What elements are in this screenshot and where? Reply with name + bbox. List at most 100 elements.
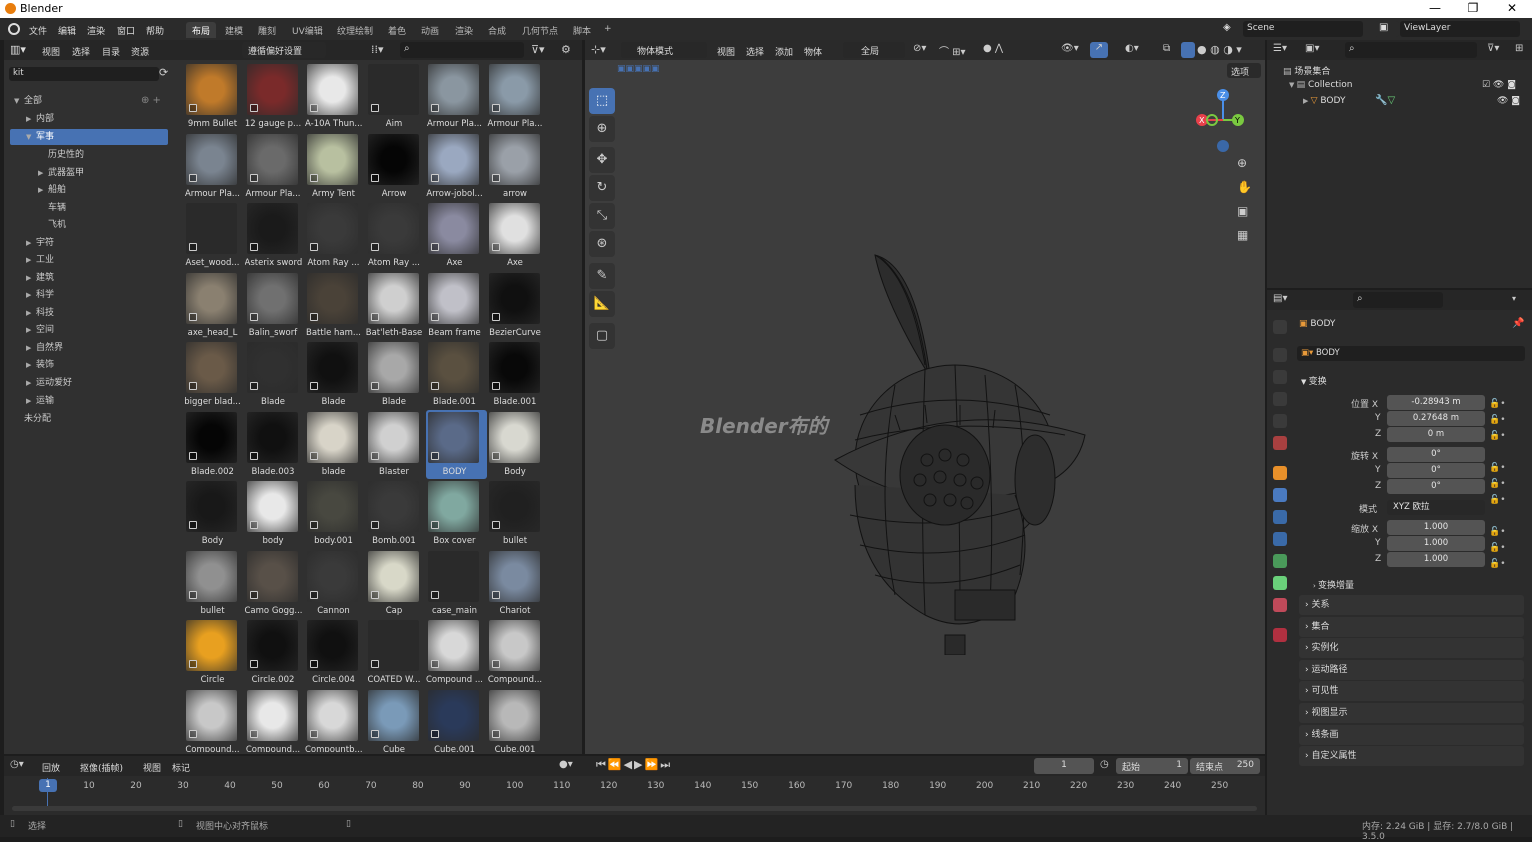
asset-tile[interactable]: bullet (487, 479, 548, 548)
tab-geometry-nodes[interactable]: 几何节点 (516, 22, 564, 38)
scene-selector[interactable]: Scene (1243, 21, 1363, 37)
asset-tile[interactable]: Body (487, 410, 548, 479)
asset-checkbox[interactable] (189, 382, 197, 390)
asset-checkbox[interactable] (310, 729, 318, 738)
asset-checkbox[interactable] (370, 729, 379, 738)
rotation-z-field[interactable]: 0° (1387, 479, 1485, 494)
viewlayer-icon[interactable]: ▣ (1375, 21, 1399, 37)
asset-checkbox[interactable] (310, 521, 318, 529)
asset-checkbox[interactable] (431, 312, 439, 321)
catalog-item[interactable]: ▶ 内部 (10, 111, 168, 127)
outliner-search-input[interactable]: ⌕ (1345, 42, 1477, 58)
tab-uv-editing[interactable]: UV编辑 (286, 22, 329, 38)
asset-checkbox[interactable] (431, 590, 439, 599)
catalog-item[interactable]: ▶ 科技 (10, 305, 168, 321)
tab-rendering[interactable]: 渲染 (449, 22, 479, 38)
helmet-wireframe-model[interactable] (815, 245, 1095, 655)
cursor-tool[interactable]: ⊕ (589, 116, 615, 142)
asset-tile[interactable]: Blade.001 (487, 340, 548, 409)
properties-section[interactable]: › 关系 (1299, 595, 1524, 615)
scene-tab-icon[interactable] (1273, 414, 1287, 428)
expand-arrow-icon[interactable]: ▶ (26, 111, 36, 127)
asset-tile[interactable]: Armour Pla... (487, 62, 548, 131)
catalog-item[interactable]: ▶ 空间 (10, 322, 168, 338)
pin-icon[interactable]: 📌 (1512, 318, 1524, 329)
asset-tile[interactable]: Circle (184, 618, 245, 687)
asset-checkbox[interactable] (370, 173, 379, 182)
asset-checkbox[interactable] (310, 243, 318, 251)
visibility-icon[interactable]: 👁▾ (1061, 43, 1079, 54)
menu-asset[interactable]: 资源 (131, 45, 149, 58)
asset-checkbox[interactable] (370, 312, 379, 321)
asset-checkbox[interactable] (431, 243, 439, 251)
catalog-item[interactable]: ▶ 武器盔甲 (10, 165, 168, 181)
asset-checkbox[interactable] (431, 521, 439, 529)
asset-checkbox[interactable] (491, 104, 500, 112)
annotate-tool[interactable]: ✎ (589, 263, 615, 289)
viewlayer-selector[interactable]: ViewLayer (1400, 21, 1520, 37)
expand-arrow-icon[interactable]: ▶ (38, 182, 48, 198)
asset-checkbox[interactable] (189, 729, 197, 738)
particles-tab-icon[interactable] (1273, 510, 1287, 524)
expand-arrow-icon[interactable]: ▶ (26, 287, 36, 303)
display-mode-icon[interactable]: ⁞⁞▾ (371, 43, 384, 56)
select-mode-icons[interactable]: ▣▣▣▣▣ (617, 64, 660, 74)
expand-arrow-icon[interactable]: ▶ (38, 165, 48, 181)
properties-search-input[interactable]: ⌕ (1353, 292, 1443, 308)
asset-checkbox[interactable] (249, 451, 258, 460)
asset-tile[interactable]: Atom Ray ... (305, 201, 366, 270)
collection-toggles[interactable]: ☑ 👁 ◙ (1482, 80, 1516, 90)
modifier-tab-icon[interactable] (1273, 488, 1287, 502)
asset-checkbox[interactable] (310, 382, 318, 390)
asset-tile[interactable]: Armour Pla... (184, 132, 245, 201)
object-tab-icon[interactable] (1273, 466, 1287, 480)
blender-menu-icon[interactable] (8, 23, 20, 35)
asset-checkbox[interactable] (370, 243, 379, 251)
asset-tile[interactable]: Blade (305, 340, 366, 409)
asset-tile[interactable]: body (245, 479, 306, 548)
minimize-button[interactable]: — (1425, 1, 1445, 15)
asset-tile[interactable]: Blade.002 (184, 410, 245, 479)
scale-z-field[interactable]: 1.000 (1387, 552, 1485, 567)
rotation-y-field[interactable]: 0° (1387, 463, 1485, 478)
properties-section[interactable]: › 线条画 (1299, 724, 1524, 745)
expand-arrow-icon[interactable]: ▶ (26, 393, 36, 409)
object-toggles[interactable]: 👁 ◙ (1497, 96, 1520, 106)
timeline-scrollbar[interactable] (12, 806, 1257, 811)
tab-scripting[interactable]: 脚本 (567, 22, 597, 38)
asset-tile[interactable]: Atom Ray ... (366, 201, 427, 270)
asset-checkbox[interactable] (370, 451, 379, 460)
tab-texture-paint[interactable]: 纹理绘制 (331, 22, 379, 38)
catalog-item[interactable]: ▼ 军事 (10, 129, 168, 145)
display-mode-icon[interactable]: ▣▾ (1305, 43, 1319, 54)
expand-arrow-icon[interactable]: ▶ (26, 305, 36, 321)
new-collection-icon[interactable]: ⊞ (1515, 43, 1523, 54)
asset-tile[interactable]: Arrow-jobol... (426, 132, 487, 201)
asset-checkbox[interactable] (249, 312, 258, 321)
refresh-icon[interactable]: ⟳ (159, 66, 168, 79)
asset-checkbox[interactable] (310, 104, 318, 112)
expand-arrow-icon[interactable]: ▶ (26, 340, 36, 356)
tab-compositing[interactable]: 合成 (482, 22, 512, 38)
asset-tile[interactable]: A-10A Thun... (305, 62, 366, 131)
location-z-field[interactable]: 0 m (1387, 427, 1485, 442)
asset-checkbox[interactable] (431, 382, 439, 390)
menu-catalog[interactable]: 目录 (102, 45, 120, 58)
asset-tile[interactable]: Chariot (487, 549, 548, 618)
asset-tile[interactable]: Compound ... (426, 618, 487, 687)
asset-tile[interactable]: Compountb... (305, 688, 366, 752)
library-dropdown[interactable]: 遵循偏好设置 (242, 42, 326, 58)
asset-checkbox[interactable] (491, 660, 500, 668)
asset-checkbox[interactable] (491, 729, 500, 738)
asset-tile[interactable]: Axe (487, 201, 548, 270)
asset-checkbox[interactable] (189, 660, 197, 668)
asset-search-input[interactable]: ⌕ (400, 42, 524, 58)
scale-y-field[interactable]: 1.000 (1387, 536, 1485, 551)
asset-tile[interactable]: Asterix sword (245, 201, 306, 270)
asset-tile[interactable]: Compound... (245, 688, 306, 752)
asset-tile[interactable]: arrow (487, 132, 548, 201)
3d-viewport[interactable]: ⊹▾ 物体模式 视图 选择 添加 物体 全局 ⊘▾ ⌒ ⊞▾ ● ⋀ 👁▾ ↗ … (585, 40, 1265, 754)
constraints-tab-icon[interactable] (1273, 554, 1287, 568)
tab-animation[interactable]: 动画 (415, 22, 445, 38)
asset-tile[interactable]: Aim (366, 62, 427, 131)
